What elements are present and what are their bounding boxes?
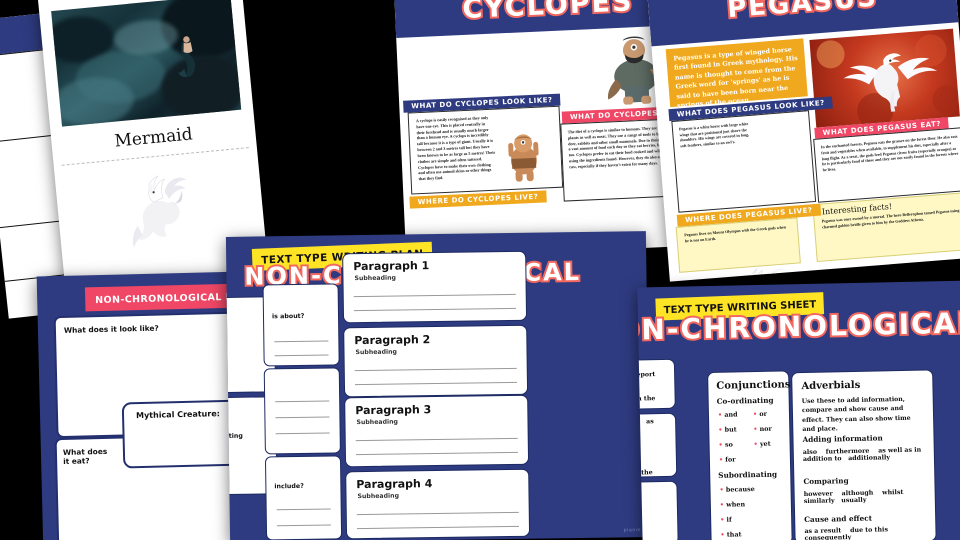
paragraph-heading: Paragraph 2 [354,333,431,348]
paragraph-heading: Paragraph 4 [356,477,433,492]
pegasus-photo [809,28,960,128]
screenshot-stage: Mermaid CYCLOPES WHAT DO CYCLOPES LOOK L… [0,0,960,540]
pegasus-live-box: Pegasus lives on Mount Olympus with the … [675,217,801,273]
plan-brand-mark: planm [623,528,642,534]
conjunction-item: • nor [753,424,772,434]
conjunction-item: • that [720,530,742,539]
paragraph-card[interactable]: Paragraph 2 Subheading [343,324,529,398]
paragraph-subheading: Subheading [355,348,398,357]
conjunction-item: • and [717,410,738,419]
paragraph-card[interactable]: Paragraph 4 Subheading [345,468,531,540]
prompt-what-eat: What does it eat? [62,446,108,466]
adverbial-group-label: Cause and effect [804,513,873,525]
mermaid-figure [174,33,205,87]
sheet-left-card-a[interactable] [637,358,676,412]
sheet-left-card-c[interactable] [637,480,679,540]
adverbial-words: as a result due to this consequently [804,526,889,540]
coordinating-label: Co-ordinating [716,395,774,406]
conjunction-item: • so [718,440,733,449]
conjunction-item: • but [718,425,737,434]
paragraph-subheading: Subheading [356,418,398,427]
pegasus-look-body: Pegasus is a white horse with large whit… [678,121,750,149]
cyclopes-look-box: A cyclops is easily recognised as they o… [407,105,564,195]
conjunctions-card[interactable]: Conjunctions Co-ordinating • and • or • … [707,370,793,540]
plan-side-card-2[interactable] [263,367,341,455]
adverbials-title: Adverbials [801,379,861,393]
paragraph-subheading: Subheading [354,274,396,283]
conjunction-item: • if [720,515,732,524]
conjunction-item: • yet [753,439,771,449]
conjunction-item: • because [719,485,755,494]
adverbial-words: also furthermore as well as in addition … [802,446,922,464]
plan-side-prompt-1: is about? [271,312,305,321]
writing-sheet[interactable]: TEXT TYPE WRITING SHEET NON-CHRONOLOGICA… [637,280,960,540]
conjunctions-title: Conjunctions [716,379,791,392]
mermaid-photo [51,0,242,127]
cyclopes-look-body: A cyclops is easily recognised as they o… [415,114,496,182]
pegasus-facts-box: Interesting facts! Pegasus was once owne… [812,191,960,263]
writing-plan-sheet[interactable]: TEXT TYPE WRITING PLAN NON-CHRONOLOGICAL… [225,231,651,540]
adverbial-group-label: Adding information [802,433,883,445]
adverbial-group-label: Comparing [803,476,849,487]
cyclops-illustration-small [500,129,548,183]
adverbial-words: however although whilst similarly usuall… [803,488,904,506]
paragraph-card[interactable]: Paragraph 1 Subheading [342,250,528,324]
subordinating-label: Subordinating [718,469,778,480]
conjunction-item: • or [752,409,768,419]
pegasus-poster[interactable]: PEGASUS Pegasus is a type of winged hors… [647,0,960,282]
conjunction-item: • for [718,455,736,464]
pegasus-look-box: Pegasus is a white horse with large whit… [671,110,817,282]
plan-side-card-1[interactable]: is about? [262,283,340,367]
conjunction-item: • when [719,500,746,509]
pegasus-figure [103,165,217,267]
plan-left-fragment: ting [228,432,243,440]
label-mythical-creature: Mythical Creature: [135,409,220,421]
paragraph-heading: Paragraph 3 [355,403,432,418]
adverbials-intro: Use these to add information, compare an… [801,395,911,433]
plan-side-prompt-2: include? [274,482,304,491]
pegasus-eat-box: In the enchanted forests, Pegasus eats t… [813,127,960,203]
pegasus-eat-body: In the enchanted forests, Pegasus eats t… [820,133,959,173]
plan-side-card-3[interactable]: include? [264,455,343,540]
paragraph-heading: Paragraph 1 [353,259,430,274]
adverbials-card[interactable]: Adverbials Use these to add information,… [791,369,937,540]
paragraph-subheading: Subheading [357,492,400,501]
paragraph-card[interactable]: Paragraph 3 Subheading [344,394,530,468]
pegasus-intro: Pegasus is a type of winged horse first … [665,38,808,110]
